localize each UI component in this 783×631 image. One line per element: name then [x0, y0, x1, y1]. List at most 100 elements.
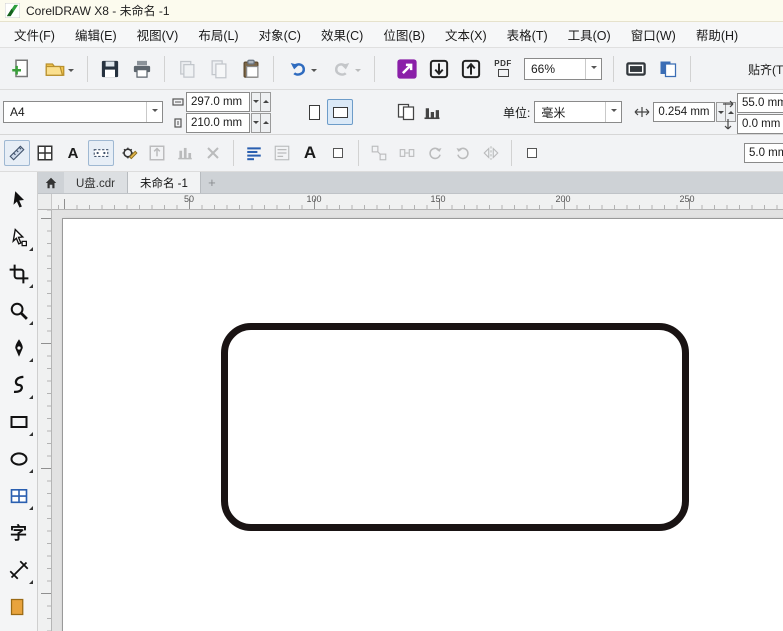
crop-tool[interactable]: [3, 258, 35, 290]
bezier-tool[interactable]: [3, 369, 35, 401]
portrait-button[interactable]: [301, 99, 327, 125]
export-macro-button[interactable]: [144, 140, 170, 166]
menu-effects[interactable]: 效果(C): [311, 22, 373, 47]
all-pages-button[interactable]: [393, 99, 419, 125]
text-tool[interactable]: 字: [3, 517, 35, 549]
menu-layout[interactable]: 布局(L): [188, 22, 248, 47]
new-document-button[interactable]: [6, 54, 36, 84]
shape-tool[interactable]: [3, 221, 35, 253]
toolbox: 字: [0, 172, 38, 631]
drawing-page[interactable]: [62, 218, 783, 631]
outline-width-field[interactable]: 5.0 mm: [744, 143, 783, 163]
vertical-ruler[interactable]: [38, 210, 52, 631]
units-combobox[interactable]: 毫米: [534, 101, 622, 123]
page-preset-dropdown-button[interactable]: [146, 102, 162, 122]
nudge-distance-value: 0.254 mm: [658, 106, 709, 118]
landscape-button[interactable]: [327, 99, 353, 125]
zoom-level-combobox[interactable]: 66%: [524, 58, 602, 80]
rotate-ccw-button[interactable]: [450, 140, 476, 166]
rounded-rectangle-object[interactable]: [221, 323, 689, 531]
ruler-row: 50 100 150 200 250: [38, 194, 783, 210]
menu-file[interactable]: 文件(F): [4, 22, 65, 47]
menu-tools[interactable]: 工具(O): [558, 22, 621, 47]
outline-options-button[interactable]: [519, 140, 545, 166]
partial-tool[interactable]: [3, 591, 35, 623]
rectangle-icon: [9, 412, 29, 432]
ruler-options-button[interactable]: [4, 140, 30, 166]
publish-pdf-button[interactable]: PDF: [488, 54, 518, 84]
document-tab-2[interactable]: 未命名 -1: [128, 172, 201, 193]
page-size-preset-combobox[interactable]: A4: [3, 101, 163, 123]
rulers-pages-icon: [658, 59, 678, 79]
menu-bitmaps[interactable]: 位图(B): [373, 22, 435, 47]
settings-macro-button[interactable]: [116, 140, 142, 166]
zoom-tool[interactable]: [3, 295, 35, 327]
home-button[interactable]: [38, 172, 64, 193]
paragraph-text-button[interactable]: [269, 140, 295, 166]
chart-macro-button[interactable]: [172, 140, 198, 166]
desktop[interactable]: [52, 210, 783, 631]
search-content-button[interactable]: [392, 54, 422, 84]
snap-to-dropdown[interactable]: 贴齐(T): [748, 48, 783, 90]
import-button[interactable]: [424, 54, 454, 84]
duplicate-x-field[interactable]: 55.0 mm: [737, 93, 783, 113]
frame-options-button[interactable]: [325, 140, 351, 166]
paste-button[interactable]: [236, 54, 266, 84]
menu-edit[interactable]: 编辑(E): [65, 22, 127, 47]
parallel-dimension-tool[interactable]: [3, 554, 35, 586]
rectangle-tool[interactable]: [3, 406, 35, 438]
fullscreen-preview-button[interactable]: [621, 54, 651, 84]
pick-tool[interactable]: [3, 184, 35, 216]
show-rulers-button[interactable]: [653, 54, 683, 84]
canvas[interactable]: [38, 210, 783, 631]
menu-text[interactable]: 文本(X): [435, 22, 497, 47]
rotate-cw-button[interactable]: [422, 140, 448, 166]
duplicate-y-field[interactable]: 0.0 mm: [737, 114, 783, 134]
menu-view[interactable]: 视图(V): [127, 22, 189, 47]
open-button[interactable]: [38, 54, 80, 84]
document-tab-1[interactable]: U盘.cdr: [64, 172, 128, 193]
menu-object[interactable]: 对象(C): [249, 22, 311, 47]
nudge-icon: [634, 104, 650, 120]
nudge-distance-field[interactable]: 0.254 mm: [653, 102, 715, 122]
current-page-button[interactable]: [419, 99, 445, 125]
align-nodes-button[interactable]: [366, 140, 392, 166]
ellipse-tool[interactable]: [3, 443, 35, 475]
menu-window[interactable]: 窗口(W): [621, 22, 686, 47]
dimension-style-button[interactable]: [88, 140, 114, 166]
undo-button[interactable]: [281, 54, 323, 84]
page-height-field[interactable]: 210.0 mm: [186, 113, 250, 133]
ruler-corner[interactable]: [38, 194, 52, 210]
cut-button[interactable]: [172, 54, 202, 84]
page-width-field[interactable]: 297.0 mm: [186, 92, 250, 112]
text-format-button[interactable]: A: [60, 140, 86, 166]
delete-macro-button[interactable]: [200, 140, 226, 166]
text-tool-glyph: 字: [10, 525, 27, 542]
export-button[interactable]: [456, 54, 486, 84]
copy-icon: [209, 59, 229, 79]
redo-button[interactable]: [325, 54, 367, 84]
save-button[interactable]: [95, 54, 125, 84]
new-tab-button[interactable]: +: [201, 172, 223, 193]
page-bars-icon: [422, 102, 442, 122]
portrait-icon: [309, 105, 320, 120]
character-formatting-button[interactable]: A: [297, 140, 323, 166]
freehand-tool[interactable]: [3, 332, 35, 364]
justify-text-button[interactable]: [241, 140, 267, 166]
graph-paper-tool[interactable]: [3, 480, 35, 512]
zoom-dropdown-button[interactable]: [585, 59, 601, 79]
copy-button[interactable]: [204, 54, 234, 84]
page-width-spinner[interactable]: [251, 92, 271, 112]
distribute-nodes-button[interactable]: [394, 140, 420, 166]
chevron-down-icon: [152, 109, 158, 115]
grid-options-button[interactable]: [32, 140, 58, 166]
horizontal-ruler[interactable]: 50 100 150 200 250: [52, 194, 783, 210]
menu-table[interactable]: 表格(T): [497, 22, 558, 47]
units-dropdown-button[interactable]: [605, 102, 621, 122]
undo-icon: [288, 59, 308, 79]
print-button[interactable]: [127, 54, 157, 84]
workspace: 字 U盘.cdr 未命名 -1 +: [0, 172, 783, 631]
page-height-spinner[interactable]: [251, 113, 271, 133]
flip-horizontal-button[interactable]: [478, 140, 504, 166]
menu-help[interactable]: 帮助(H): [686, 22, 748, 47]
